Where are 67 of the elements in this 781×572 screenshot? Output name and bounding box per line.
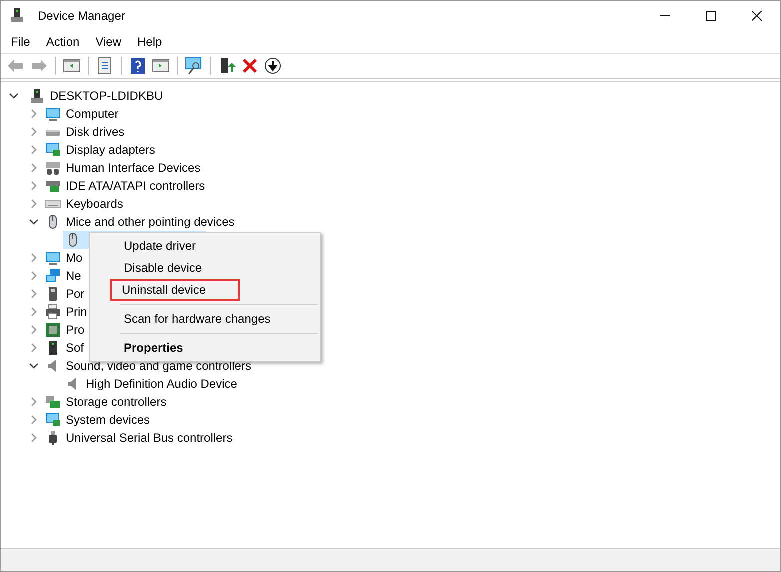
tree-item[interactable]: Computer	[66, 107, 119, 121]
tree-item[interactable]: DESKTOP-LDIDKBU	[50, 89, 164, 103]
properties-icon[interactable]	[96, 57, 114, 75]
computer-icon	[9, 6, 25, 22]
maximize-icon[interactable]	[706, 11, 716, 21]
help-icon[interactable]	[129, 57, 147, 75]
context-menu-item[interactable]: Scan for hardware changes	[92, 308, 318, 330]
menu-item[interactable]: File	[11, 35, 30, 49]
monitor-card-icon	[45, 142, 61, 158]
tree-item[interactable]: Mo	[66, 251, 83, 265]
chip-icon	[45, 322, 61, 338]
expand-chevron-icon[interactable]	[29, 343, 39, 353]
menu-item[interactable]: View	[96, 35, 122, 49]
close-icon[interactable]	[752, 11, 762, 21]
monitor-search-icon[interactable]	[185, 57, 203, 75]
menu-item[interactable]: Action	[46, 35, 80, 49]
expand-chevron-icon[interactable]	[29, 397, 39, 407]
tree-item[interactable]: Ne	[66, 269, 82, 283]
collapse-chevron-icon[interactable]	[29, 361, 39, 371]
monitor-icon	[45, 106, 61, 122]
tree-item[interactable]: High Definition Audio Device	[86, 377, 238, 391]
window-pane-icon[interactable]	[63, 57, 81, 75]
tree-item[interactable]: Sound, video and game controllers	[66, 359, 252, 373]
tree-item[interactable]: Pro	[66, 323, 85, 337]
monitor-card-icon	[45, 412, 61, 428]
tree-item[interactable]: Prin	[66, 305, 88, 319]
tree-item[interactable]: Human Interface Devices	[66, 161, 201, 175]
expand-chevron-icon[interactable]	[29, 199, 39, 209]
window-pane-icon[interactable]	[152, 57, 170, 75]
context-menu-item[interactable]: Update driver	[92, 235, 318, 257]
expand-chevron-icon[interactable]	[29, 145, 39, 155]
tree-item[interactable]: Storage controllers	[66, 395, 167, 409]
tree-item[interactable]: Display adapters	[66, 143, 156, 157]
tree-item[interactable]: Disk drives	[66, 125, 125, 139]
expand-chevron-icon[interactable]	[29, 127, 39, 137]
expand-chevron-icon[interactable]	[29, 325, 39, 335]
expand-chevron-icon[interactable]	[29, 163, 39, 173]
tree-item[interactable]: Universal Serial Bus controllers	[66, 431, 233, 445]
tree-item[interactable]: System devices	[66, 413, 150, 427]
printer-icon	[45, 304, 61, 320]
expand-chevron-icon[interactable]	[29, 271, 39, 281]
tree-item[interactable]: IDE ATA/ATAPI controllers	[66, 179, 206, 193]
tree-item[interactable]: Sof	[66, 341, 84, 355]
window-title: Device Manager	[38, 9, 126, 23]
menu-item[interactable]: Help	[138, 35, 162, 49]
context-menu-item[interactable]: Uninstall device	[110, 279, 240, 301]
tree-item[interactable]: Por	[66, 287, 85, 301]
network-icon	[45, 268, 61, 284]
tree-item[interactable]: Mice and other pointing devices	[66, 215, 235, 229]
tree-item[interactable]: Keyboards	[66, 197, 124, 211]
update-driver-icon[interactable]	[218, 57, 236, 75]
expand-chevron-icon[interactable]	[29, 289, 39, 299]
computer-icon	[29, 88, 45, 104]
storage-card-icon	[45, 394, 61, 410]
context-menu-item[interactable]: Properties	[92, 337, 318, 359]
monitor-icon	[45, 250, 61, 266]
expand-chevron-icon[interactable]	[29, 415, 39, 425]
expand-chevron-icon[interactable]	[29, 181, 39, 191]
expand-chevron-icon[interactable]	[29, 109, 39, 119]
keyboard-mouse-icon	[45, 160, 61, 176]
controller-card-icon	[45, 178, 61, 194]
collapse-chevron-icon[interactable]	[9, 91, 19, 101]
context-menu-item[interactable]: Disable device	[92, 257, 318, 279]
expand-chevron-icon[interactable]	[29, 307, 39, 317]
expand-chevron-icon[interactable]	[29, 253, 39, 263]
expand-chevron-icon[interactable]	[29, 433, 39, 443]
collapse-chevron-icon[interactable]	[29, 217, 39, 227]
